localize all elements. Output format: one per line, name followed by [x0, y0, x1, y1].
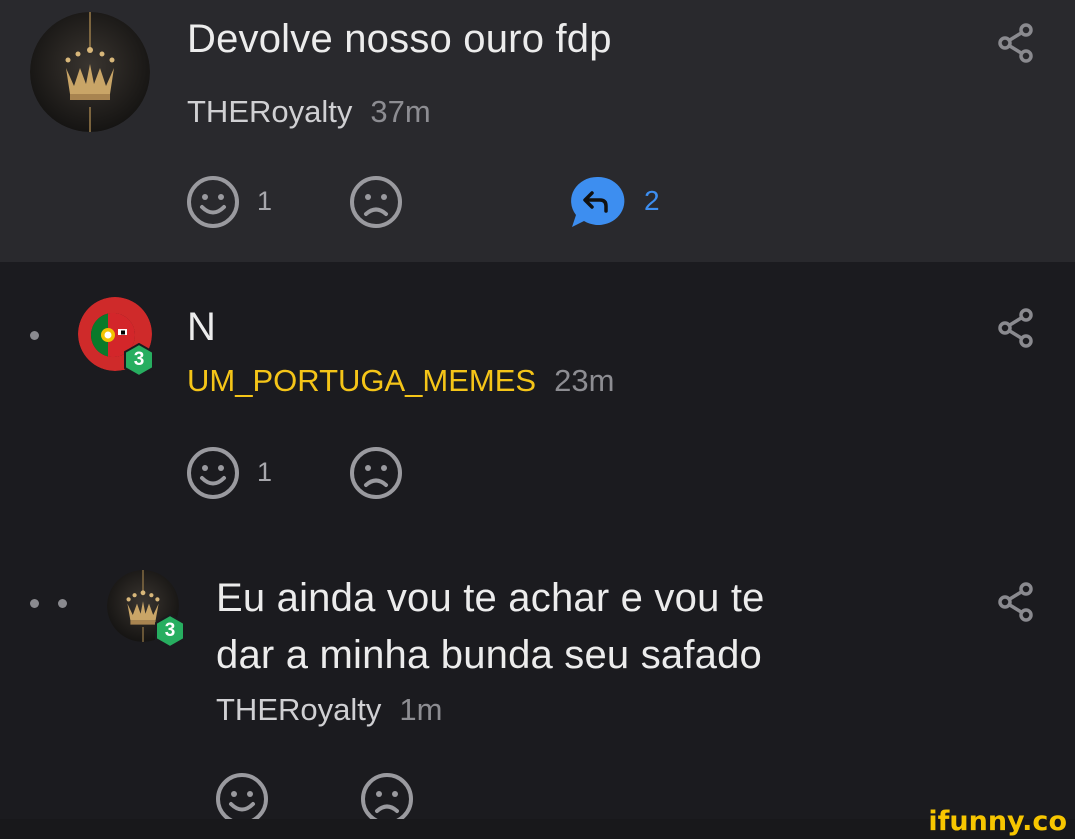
timestamp: 1m: [399, 692, 443, 727]
share-icon: [998, 308, 1033, 348]
crown-icon: [30, 12, 150, 132]
share-button[interactable]: [997, 582, 1035, 622]
thread-indicator: [30, 331, 39, 340]
smile-button[interactable]: [185, 445, 241, 501]
smile-icon: [216, 773, 268, 819]
smile-button[interactable]: [185, 174, 241, 230]
frown-button[interactable]: [348, 445, 404, 501]
smile-button[interactable]: [214, 771, 270, 819]
username-link[interactable]: THERoyalty: [216, 692, 381, 727]
comment-text-line-1: Eu ainda vou te achar e vou te: [216, 576, 765, 620]
thread-indicator: [30, 599, 39, 608]
timestamp: 37m: [370, 94, 431, 129]
share-icon: [998, 23, 1033, 63]
bottom-strip: [0, 819, 1075, 839]
username-link[interactable]: THERoyalty: [187, 94, 352, 129]
share-button[interactable]: [997, 308, 1035, 348]
frown-icon: [361, 773, 413, 819]
comment-meta: UM_PORTUGA_MEMES 23m: [187, 363, 614, 399]
comment-text-line-2: dar a minha bunda seu safado: [216, 633, 762, 677]
smile-icon: [187, 176, 239, 228]
reply-icon: [571, 176, 625, 227]
crown-avatar[interactable]: [30, 12, 150, 132]
level-badge: 3: [122, 342, 156, 378]
ifunny-watermark: ifunny.co: [928, 806, 1067, 837]
frown-icon: [350, 447, 402, 499]
replies-button[interactable]: 2: [570, 175, 670, 229]
badge-level: 3: [164, 620, 176, 641]
smile-icon: [187, 447, 239, 499]
timestamp: 23m: [554, 363, 615, 398]
reply-count: 2: [644, 185, 660, 216]
comment-meta: THERoyalty 37m: [187, 94, 431, 130]
thread-indicator: [58, 599, 67, 608]
username-link[interactable]: UM_PORTUGA_MEMES: [187, 363, 536, 398]
smile-count: 1: [257, 186, 273, 216]
comment-text: N: [187, 305, 217, 349]
frown-icon: [350, 176, 402, 228]
frown-button[interactable]: [348, 174, 404, 230]
comment-meta: THERoyalty 1m: [216, 692, 442, 728]
share-icon: [998, 582, 1033, 622]
comment-text: Devolve nosso ouro fdp: [187, 17, 612, 61]
level-badge: 3: [153, 613, 187, 649]
share-button[interactable]: [997, 23, 1035, 63]
smile-count: 1: [257, 457, 273, 487]
badge-level: 3: [133, 349, 145, 370]
frown-button[interactable]: [359, 771, 415, 819]
